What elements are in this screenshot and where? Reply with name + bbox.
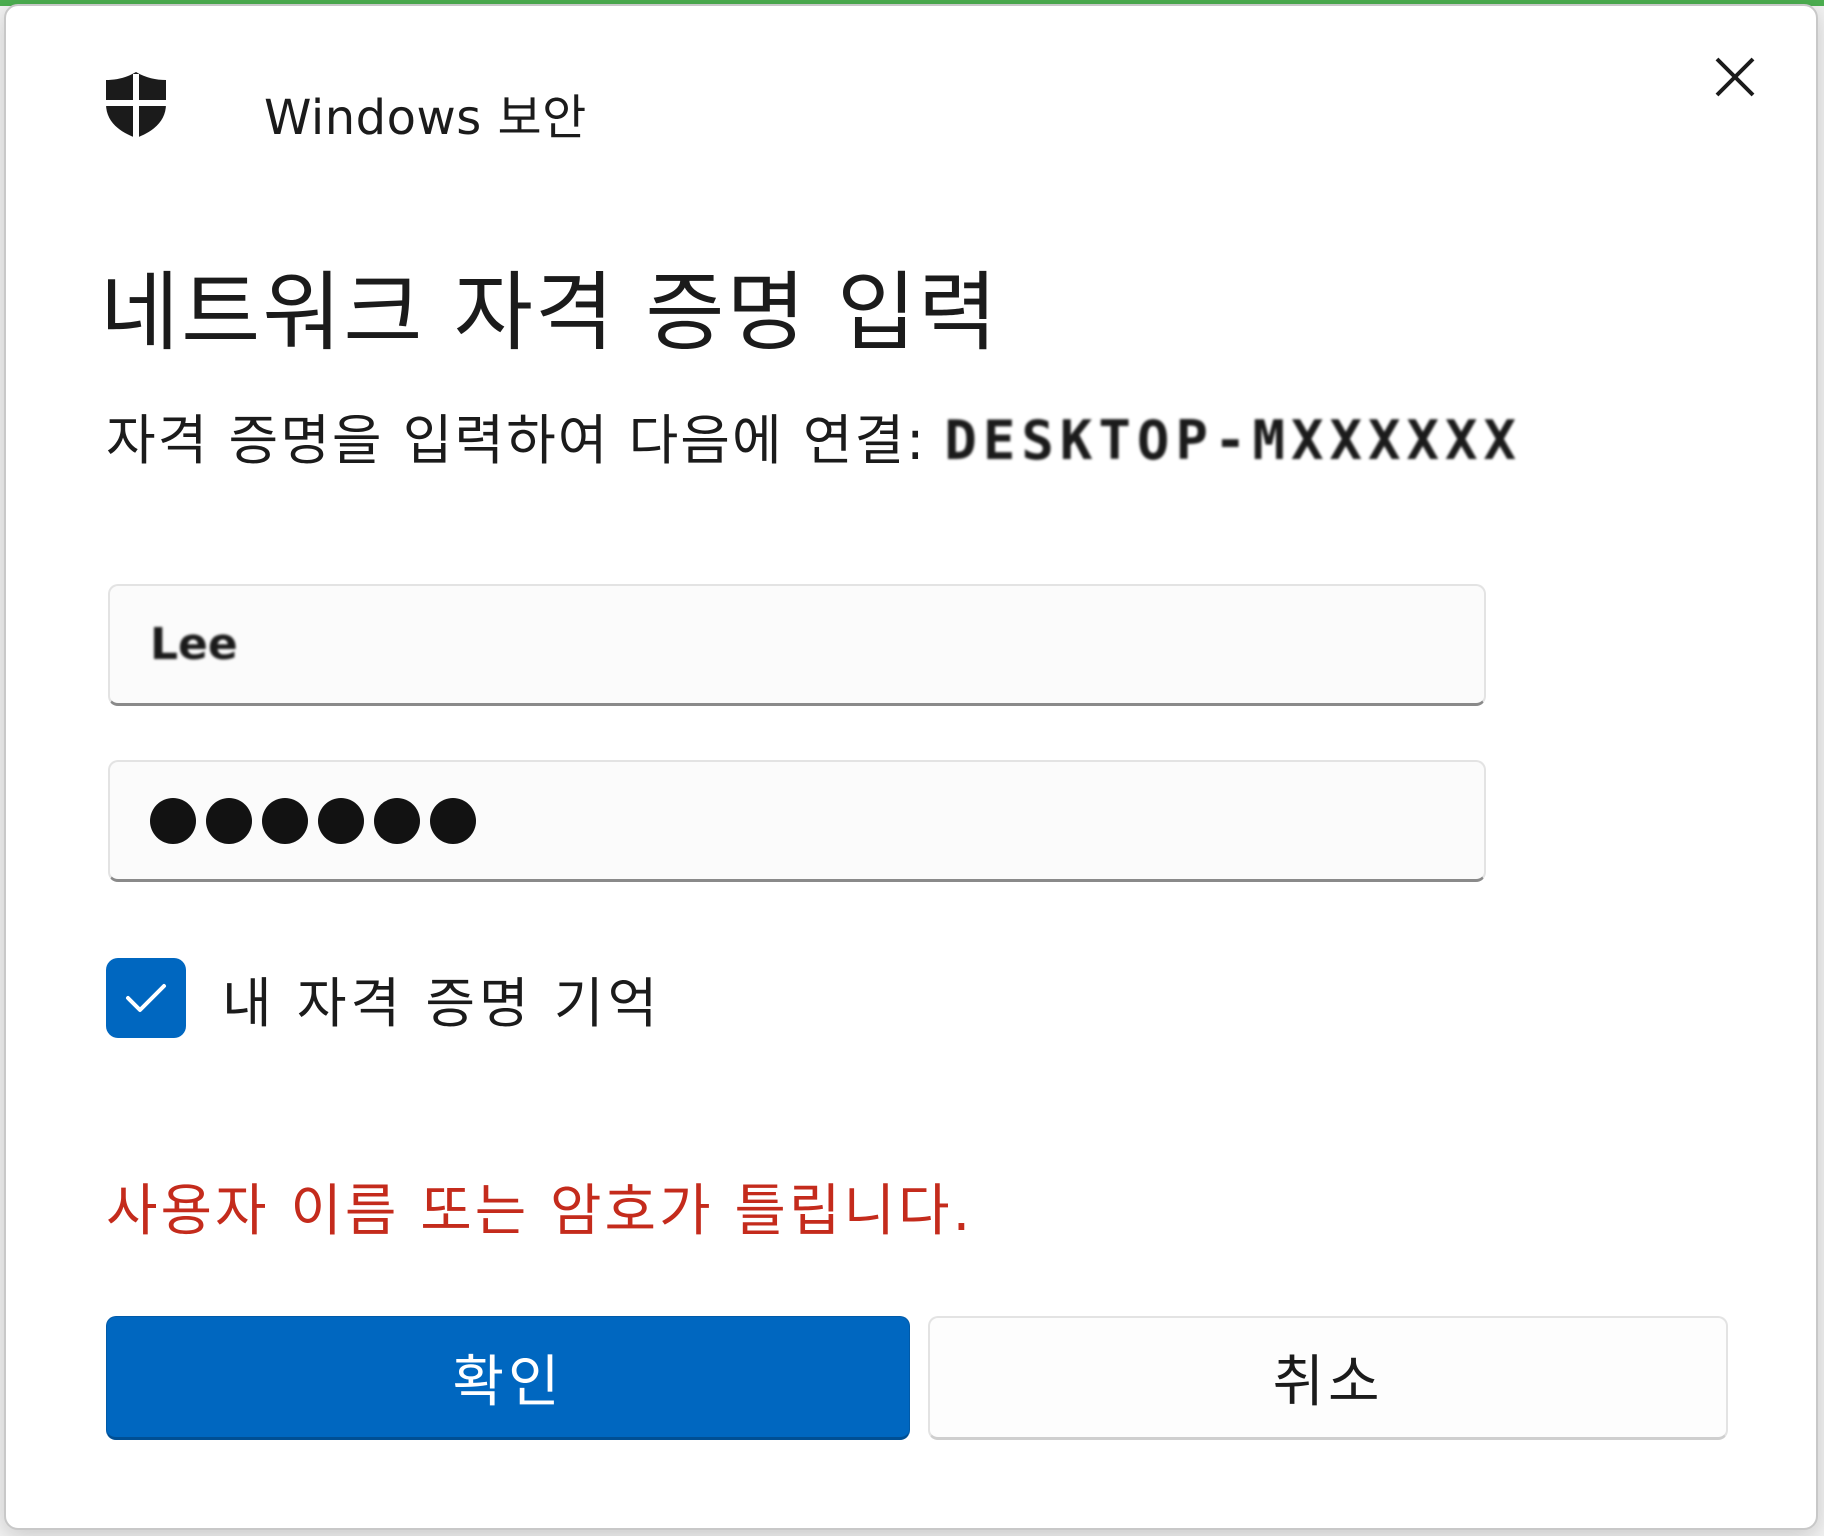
- credential-dialog: Windows 보안 네트워크 자격 증명 입력 자격 증명을 입력하여 다음에…: [4, 4, 1818, 1530]
- connection-subtitle: 자격 증명을 입력하여 다음에 연결: DESKTOP-MXXXXXX: [106, 396, 1522, 475]
- password-dot: [374, 797, 420, 844]
- connection-target: DESKTOP-MXXXXXX: [944, 409, 1523, 472]
- ok-button[interactable]: 확인: [106, 1316, 910, 1440]
- username-value: Lee: [150, 619, 238, 670]
- remember-label: 내 자격 증명 기억: [222, 971, 662, 1035]
- password-field[interactable]: [108, 760, 1486, 882]
- username-field[interactable]: Lee: [108, 584, 1486, 706]
- subtitle-prefix: 자격 증명을 입력하여 다음에 연결:: [106, 409, 927, 472]
- password-dot: [430, 797, 476, 844]
- password-dot: [206, 797, 252, 844]
- app-title: Windows 보안: [264, 90, 587, 146]
- remember-checkbox[interactable]: [106, 958, 186, 1038]
- dialog-heading: 네트워크 자격 증명 입력: [100, 263, 1000, 363]
- close-icon: [1715, 57, 1755, 97]
- checkmark-icon: [126, 984, 166, 1012]
- remember-credentials[interactable]: 내 자격 증명 기억: [106, 958, 661, 1038]
- password-mask: [150, 797, 476, 844]
- shield-icon: [104, 70, 168, 140]
- close-button[interactable]: [1706, 48, 1764, 106]
- password-dot: [262, 797, 308, 844]
- password-dot: [150, 797, 196, 844]
- cancel-button[interactable]: 취소: [928, 1316, 1728, 1440]
- password-dot: [318, 797, 364, 844]
- error-message: 사용자 이름 또는 암호가 틀립니다.: [106, 1179, 974, 1244]
